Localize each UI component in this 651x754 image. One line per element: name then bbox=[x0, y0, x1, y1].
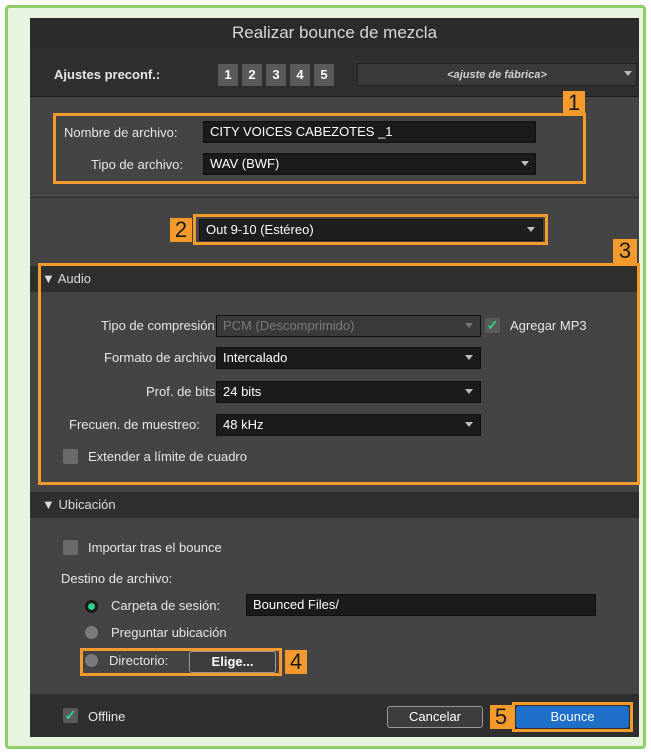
chevron-down-icon bbox=[465, 389, 473, 394]
bit-depth-label: Prof. de bits: bbox=[146, 384, 219, 399]
preset-1-button[interactable]: 1 bbox=[218, 64, 238, 86]
session-folder-radio[interactable] bbox=[85, 600, 98, 613]
chevron-down-icon bbox=[465, 422, 473, 427]
import-after-bounce-checkbox[interactable] bbox=[63, 540, 78, 555]
preset-3-button[interactable]: 3 bbox=[266, 64, 286, 86]
callout-box-1 bbox=[53, 113, 586, 184]
callout-box-2 bbox=[193, 214, 548, 245]
extend-frame-label: Extender a límite de cuadro bbox=[88, 449, 247, 464]
offline-label: Offline bbox=[88, 709, 126, 724]
offline-checkbox[interactable]: ✓ bbox=[63, 708, 78, 723]
preset-2-button[interactable]: 2 bbox=[242, 64, 262, 86]
session-folder-path: Bounced Files/ bbox=[246, 594, 596, 616]
preset-4-button[interactable]: 4 bbox=[290, 64, 310, 86]
import-after-bounce-label: Importar tras el bounce bbox=[88, 540, 222, 555]
callout-number-5: 5 bbox=[490, 705, 512, 729]
compression-select[interactable]: PCM (Descomprimido) bbox=[216, 315, 481, 337]
file-format-select[interactable]: Intercalado bbox=[216, 347, 481, 369]
dialog-title: Realizar bounce de mezcla bbox=[30, 18, 639, 48]
chevron-down-icon bbox=[465, 355, 473, 360]
callout-number-3: 3 bbox=[613, 239, 637, 263]
presets-label: Ajustes preconf.: bbox=[54, 67, 161, 82]
cancel-button[interactable]: Cancelar bbox=[387, 706, 483, 728]
bit-depth-select[interactable]: 24 bits bbox=[216, 381, 481, 403]
callout-number-2: 2 bbox=[170, 218, 192, 242]
compression-label: Tipo de compresión: bbox=[101, 318, 219, 333]
sample-rate-label: Frecuen. de muestreo: bbox=[69, 417, 200, 432]
callout-box-4 bbox=[80, 648, 282, 676]
ask-location-label: Preguntar ubicación bbox=[111, 625, 227, 640]
chevron-down-icon bbox=[624, 71, 632, 76]
factory-preset-select[interactable]: <ajuste de fábrica> bbox=[357, 63, 637, 86]
add-mp3-checkbox[interactable]: ✓ bbox=[485, 318, 500, 333]
add-mp3-label: Agregar MP3 bbox=[510, 318, 587, 333]
callout-number-1: 1 bbox=[563, 91, 585, 115]
chevron-down-icon bbox=[465, 323, 473, 328]
location-section-header[interactable]: ▼ Ubicación bbox=[30, 492, 639, 518]
destination-label: Destino de archivo: bbox=[61, 571, 173, 586]
file-format-label: Formato de archivo: bbox=[104, 350, 220, 365]
sample-rate-select[interactable]: 48 kHz bbox=[216, 414, 481, 436]
preset-5-button[interactable]: 5 bbox=[314, 64, 334, 86]
session-folder-label: Carpeta de sesión: bbox=[111, 598, 221, 613]
divider bbox=[30, 197, 639, 198]
callout-number-4: 4 bbox=[285, 650, 307, 674]
callout-box-5 bbox=[512, 702, 633, 732]
ask-location-radio[interactable] bbox=[85, 626, 98, 639]
extend-frame-checkbox[interactable] bbox=[63, 449, 78, 464]
